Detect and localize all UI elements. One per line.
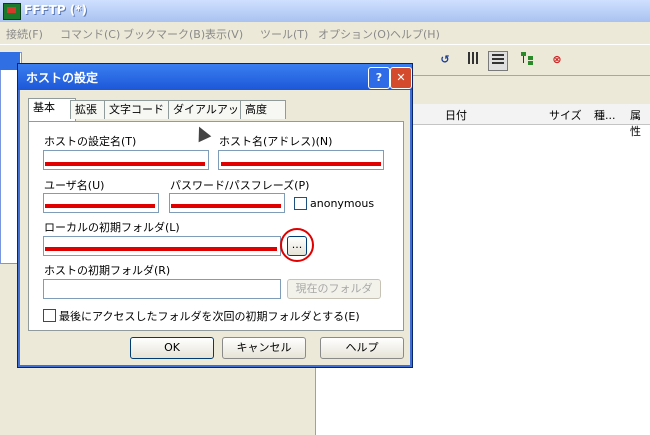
menu-view[interactable]: 表示(V) [205, 26, 243, 42]
host-setting-name-input[interactable] [43, 150, 209, 170]
highlight-circle [280, 228, 314, 262]
host-settings-dialog: ホストの設定 ? ✕ 基本 拡張 文字コード ダイアルアップ 高度 ホストの設定… [17, 63, 413, 368]
dialog-title-bar: ホストの設定 ? ✕ [18, 64, 412, 90]
list-view-icon[interactable] [465, 51, 483, 69]
redaction-mark [221, 162, 381, 166]
host-setting-name-label: ホストの設定名(T) [44, 135, 137, 148]
last-access-label[interactable]: 最後にアクセスしたフォルダを次回の初期フォルダとする(E) [59, 308, 360, 324]
redaction-mark [171, 204, 281, 208]
app-title-bar: FFFTP (*) [0, 0, 650, 22]
tab-basic[interactable]: 基本 [28, 98, 76, 121]
details-view-icon[interactable] [488, 51, 508, 71]
dialog-title: ホストの設定 [26, 71, 99, 85]
user-name-label: ユーザ名(U) [44, 179, 105, 192]
local-folder-input[interactable] [43, 236, 281, 256]
password-input[interactable] [169, 193, 285, 213]
menu-command[interactable]: コマンド(C) [60, 26, 120, 42]
help-button[interactable]: ヘルプ [320, 337, 404, 359]
menu-tool[interactable]: ツール(T) [260, 26, 308, 42]
user-name-input[interactable] [43, 193, 159, 213]
menu-bar: 接続(F) コマンド(C) ブックマーク(B) 表示(V) ツール(T) オプシ… [0, 22, 650, 44]
last-access-checkbox[interactable] [43, 309, 56, 322]
tab-dialup[interactable]: ダイアルアップ [168, 100, 246, 134]
tab-panel-basic: ホストの設定名(T) ホスト名(アドレス)(N) ユーザ名(U) パスワード/パ… [28, 121, 404, 331]
menu-connect[interactable]: 接続(F) [6, 26, 43, 42]
host-name-input[interactable] [218, 150, 384, 170]
column-size[interactable]: サイズ [549, 107, 582, 123]
cancel-button[interactable]: キャンセル [222, 337, 306, 359]
local-folder-label: ローカルの初期フォルダ(L) [44, 221, 180, 234]
host-folder-input[interactable] [43, 279, 281, 299]
refresh-icon[interactable]: ↺ [436, 51, 454, 69]
menu-help[interactable]: ヘルプ(H) [390, 26, 440, 42]
current-folder-button[interactable]: 現在のフォルダ [287, 279, 381, 299]
redaction-mark [45, 162, 205, 166]
app-title: FFFTP (*) [24, 3, 87, 17]
tab-charcode[interactable]: 文字コード [104, 100, 174, 119]
help-icon[interactable]: ? [368, 67, 390, 89]
tree-icon[interactable] [518, 51, 536, 69]
column-attribute[interactable]: 属性 [630, 107, 650, 139]
menu-option[interactable]: オプション(O) [318, 26, 390, 42]
host-name-label: ホスト名(アドレス)(N) [219, 135, 333, 148]
anonymous-label[interactable]: anonymous [310, 197, 374, 210]
host-folder-label: ホストの初期フォルダ(R) [44, 264, 171, 277]
close-icon[interactable]: ✕ [390, 67, 412, 89]
password-label: パスワード/パスフレーズ(P) [170, 179, 310, 192]
stop-icon[interactable]: ⊗ [548, 51, 566, 69]
redaction-mark [45, 247, 277, 251]
menu-bookmark[interactable]: ブックマーク(B) [123, 26, 205, 42]
column-date[interactable]: 日付 [445, 107, 467, 123]
ok-button[interactable]: OK [130, 337, 214, 359]
redaction-mark [45, 204, 155, 208]
tab-advanced[interactable]: 高度 [240, 100, 286, 119]
anonymous-checkbox[interactable] [294, 197, 307, 210]
app-logo-icon [3, 3, 21, 20]
column-type[interactable]: 種... [594, 107, 616, 123]
dialog-tabs: 基本 拡張 文字コード ダイアルアップ 高度 [28, 98, 408, 134]
